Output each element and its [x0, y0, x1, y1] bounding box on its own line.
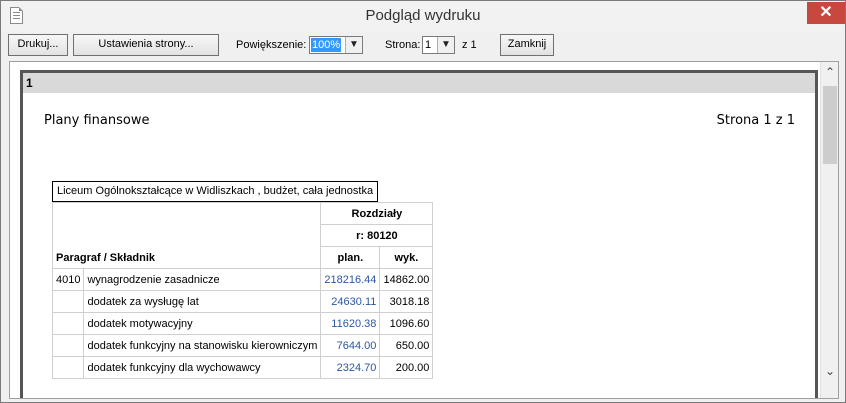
table-row: dodatek funkcyjny na stanowisku kierowni…: [51, 334, 434, 357]
vertical-scrollbar[interactable]: ⌃ ⌄: [820, 62, 838, 398]
title-bar: Podgląd wydruku ✕: [1, 1, 845, 31]
code-cell: [51, 356, 85, 379]
name-cell: wynagrodzenie zasadnicze: [83, 268, 322, 291]
code-cell: [51, 334, 85, 357]
wyk-cell: 1096.60: [379, 312, 434, 335]
toolbar: Drukuj... Ustawienia strony... Powiększe…: [1, 31, 845, 59]
scroll-up-icon[interactable]: ⌃: [821, 64, 838, 81]
code-cell: 4010: [51, 268, 85, 291]
page-setup-button[interactable]: Ustawienia strony...: [73, 34, 219, 56]
zoom-select[interactable]: 100% ▼: [309, 36, 363, 54]
row-header: Paragraf / Składnik: [51, 202, 322, 269]
name-cell: dodatek za wysługę lat: [83, 290, 322, 313]
wyk-cell: 650.00: [379, 334, 434, 357]
table-row: dodatek za wysługę lat 24630.11 3018.18: [51, 290, 434, 313]
col-plan-header: plan.: [320, 246, 381, 269]
group-header: Rozdziały: [320, 202, 434, 225]
wyk-cell: 3018.18: [379, 290, 434, 313]
preview-area[interactable]: 1 Plany finansowe Strona 1 z 1 Liceum Og…: [9, 61, 839, 399]
wyk-cell: 200.00: [379, 356, 434, 379]
code-cell: [51, 312, 85, 335]
finance-table: Paragraf / Składnik Rozdziały r: 80120 p…: [51, 202, 434, 379]
zoom-value: 100%: [311, 38, 342, 52]
plan-cell: 24630.11: [320, 290, 381, 313]
name-cell: dodatek motywacyjny: [83, 312, 322, 335]
zoom-label: Powiększenie:: [236, 39, 307, 51]
plan-cell: 2324.70: [320, 356, 381, 379]
plan-cell: 218216.44: [320, 268, 381, 291]
name-cell: dodatek funkcyjny dla wychowawcy: [83, 356, 322, 379]
report-caption: Liceum Ogólnokształcące w Widliszkach , …: [52, 181, 379, 202]
col-wyk-header: wyk.: [379, 246, 434, 269]
code-cell: [51, 290, 85, 313]
name-cell: dodatek funkcyjny na stanowisku kierowni…: [83, 334, 322, 357]
close-button[interactable]: Zamknij: [500, 34, 554, 56]
print-button[interactable]: Drukuj...: [8, 34, 68, 56]
document-title: Plany finansowe: [44, 113, 150, 128]
table-row: dodatek motywacyjny 11620.38 1096.60: [51, 312, 434, 335]
page-header: 1: [23, 70, 815, 93]
plan-cell: 11620.38: [320, 312, 381, 335]
page-select[interactable]: 1 ▼: [422, 36, 455, 54]
scroll-thumb[interactable]: [823, 86, 837, 164]
section-header: r: 80120: [320, 224, 434, 247]
print-page: 1 Plany finansowe Strona 1 z 1 Liceum Og…: [20, 70, 818, 398]
table-row: 4010 wynagrodzenie zasadnicze 218216.44 …: [51, 268, 434, 291]
page-count: z 1: [462, 39, 477, 51]
close-button-label: Zamknij: [507, 38, 547, 50]
plan-cell: 7644.00: [320, 334, 381, 357]
scroll-down-icon[interactable]: ⌄: [821, 363, 838, 380]
page-label: Strona:: [385, 39, 421, 51]
print-preview-window: Podgląd wydruku ✕ Drukuj... Ustawienia s…: [0, 0, 846, 403]
window-title: Podgląd wydruku: [365, 7, 481, 24]
page-value: 1: [425, 39, 432, 51]
page-indicator: Strona 1 z 1: [716, 113, 795, 128]
print-button-label: Drukuj...: [17, 38, 59, 50]
close-window-button[interactable]: ✕: [807, 2, 845, 24]
chevron-down-icon[interactable]: ▼: [437, 37, 454, 53]
chevron-down-icon[interactable]: ▼: [345, 37, 362, 53]
table-row: dodatek funkcyjny dla wychowawcy 2324.70…: [51, 356, 434, 379]
wyk-cell: 14862.00: [379, 268, 434, 291]
page-number: 1: [26, 76, 33, 90]
page-setup-button-label: Ustawienia strony...: [98, 38, 194, 50]
